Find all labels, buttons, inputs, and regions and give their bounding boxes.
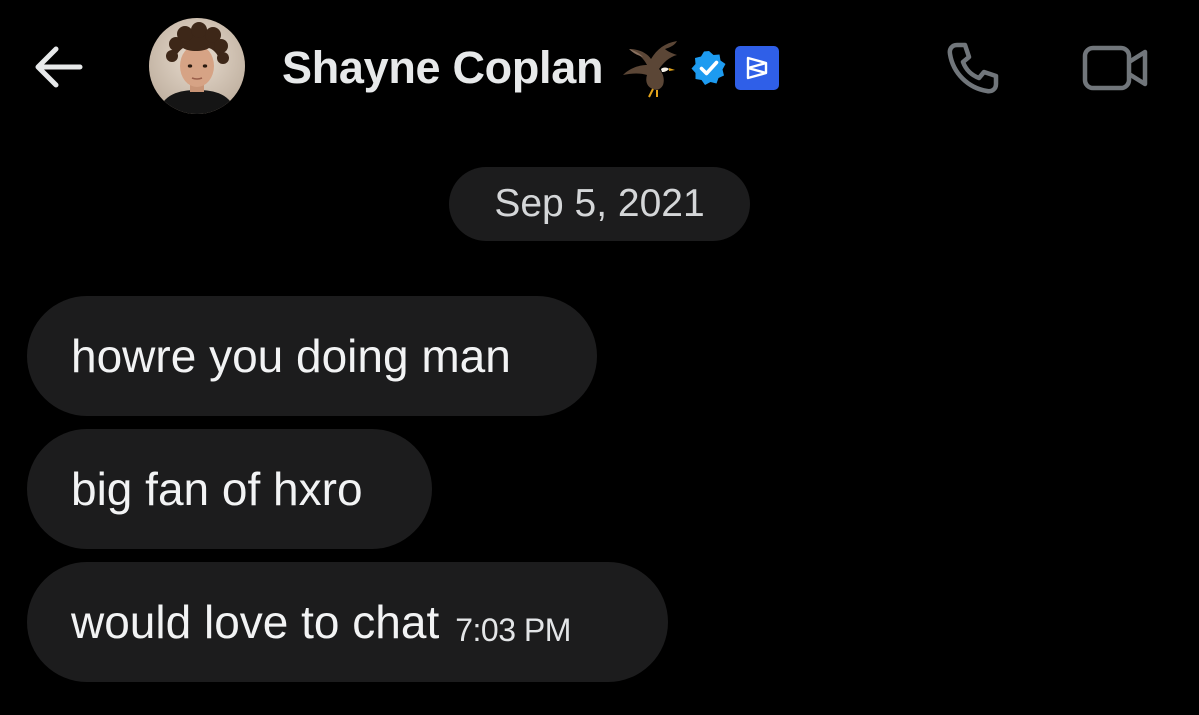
date-divider: Sep 5, 2021 [449, 167, 750, 241]
message-bubble[interactable]: would love to chat 7:03 PM [27, 562, 668, 682]
call-button[interactable] [940, 36, 1004, 100]
avatar[interactable] [149, 18, 245, 114]
video-call-button[interactable] [1078, 36, 1154, 100]
message-timestamp: 7:03 PM [455, 611, 571, 648]
eagle-icon [623, 41, 678, 98]
avatar-photo [149, 18, 245, 114]
display-name: Shayne Coplan [282, 42, 604, 93]
message-text: howre you doing man [71, 330, 511, 382]
message-text: would love to chat [71, 596, 440, 648]
phone-icon [947, 42, 999, 94]
profile-name-row[interactable]: Shayne Coplan [282, 38, 780, 98]
video-camera-icon [1082, 45, 1148, 91]
back-arrow-icon [35, 46, 83, 88]
message-bubble[interactable]: howre you doing man [27, 296, 597, 416]
message-text: big fan of hxro [71, 463, 363, 515]
conversation-header: Shayne Coplan [0, 0, 1199, 135]
polymarket-affiliate-icon [735, 46, 780, 90]
message-bubble[interactable]: big fan of hxro [27, 429, 432, 549]
back-button[interactable] [30, 42, 86, 92]
verified-badge-icon [691, 51, 726, 85]
